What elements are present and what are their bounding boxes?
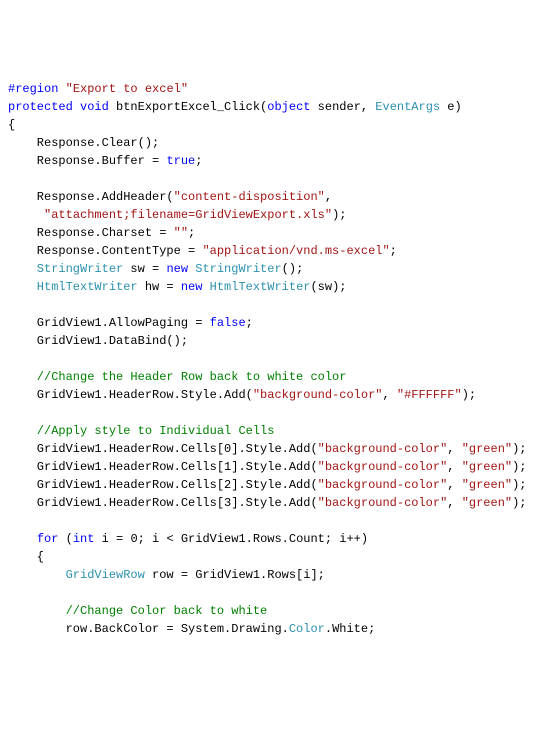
string-literal: "background-color" [253,388,383,402]
param-sender: sender, [310,100,375,114]
string-literal: "attachment;filename=GridViewExport.xls" [44,208,332,222]
close-paren: ); [462,388,476,402]
region-name: "Export to excel" [58,82,188,96]
comment-line: //Change the Header Row back to white co… [8,370,346,384]
comma: , [447,478,461,492]
close-paren: ); [332,208,346,222]
keyword-int: int [73,532,95,546]
close-paren: ); [512,442,526,456]
code-line: GridView1.AllowPaging = [8,316,210,330]
semicolon: ; [390,244,397,258]
code-line: i = 0; i < GridView1.Rows.Count; i++) [94,532,368,546]
code-line: GridView1.HeaderRow.Style.Add( [8,388,253,402]
string-literal: "green" [462,442,512,456]
close-paren: ); [512,460,526,474]
comment-line: //Apply style to Individual Cells [8,424,274,438]
code-line: Response.Charset = [8,226,174,240]
close-paren: (sw); [310,280,346,294]
type-color: Color [289,622,325,636]
code-block: #region "Export to excel" protected void… [8,80,528,638]
type-stringwriter: StringWriter [188,262,282,276]
type-gridviewrow: GridViewRow [66,568,145,582]
comma: , [325,190,332,204]
string-literal: "#FFFFFF" [397,388,462,402]
code-line: .White; [325,622,375,636]
keyword-false: false [210,316,246,330]
method-name: btnExportExcel_Click( [109,100,267,114]
code-line: GridView1.HeaderRow.Cells[1].Style.Add( [8,460,318,474]
keyword-new: new [181,280,203,294]
keyword-void: void [73,100,109,114]
code-line [8,208,44,222]
type-eventargs: EventArgs [375,100,440,114]
code-line: ( [58,532,72,546]
keyword-for: for [37,532,59,546]
code-line: Response.Clear(); [8,136,159,150]
code-line: sw = [123,262,166,276]
close-paren: ); [512,496,526,510]
code-line: GridView1.HeaderRow.Cells[3].Style.Add( [8,496,318,510]
close-paren: (); [282,262,304,276]
semicolon: ; [195,154,202,168]
keyword-true: true [166,154,195,168]
code-line: hw = [138,280,181,294]
code-line: Response.Buffer = [8,154,166,168]
code-line [8,568,66,582]
code-line: GridView1.DataBind(); [8,334,188,348]
code-line: row.BackColor = System.Drawing. [8,622,289,636]
close-paren: ); [512,478,526,492]
string-literal: "background-color" [318,496,448,510]
keyword-object: object [267,100,310,114]
region-keyword: #region [8,82,58,96]
type-stringwriter: StringWriter [8,262,123,276]
code-line: row = GridView1.Rows[i]; [145,568,325,582]
string-literal: "background-color" [318,442,448,456]
param-e: e) [440,100,462,114]
string-literal: "" [174,226,188,240]
comma: , [447,442,461,456]
comma: , [382,388,396,402]
brace-open: { [8,550,44,564]
code-line: Response.ContentType = [8,244,202,258]
comma: , [447,460,461,474]
semicolon: ; [188,226,195,240]
string-literal: "application/vnd.ms-excel" [202,244,389,258]
string-literal: "green" [462,460,512,474]
brace-open: { [8,118,15,132]
string-literal: "background-color" [318,460,448,474]
string-literal: "background-color" [318,478,448,492]
string-literal: "content-disposition" [174,190,325,204]
string-literal: "green" [462,496,512,510]
keyword-protected: protected [8,100,73,114]
code-line: GridView1.HeaderRow.Cells[0].Style.Add( [8,442,318,456]
type-htmltextwriter: HtmlTextWriter [202,280,310,294]
code-line [8,532,37,546]
code-line: GridView1.HeaderRow.Cells[2].Style.Add( [8,478,318,492]
type-htmltextwriter: HtmlTextWriter [8,280,138,294]
comma: , [447,496,461,510]
comment-line: //Change Color back to white [8,604,267,618]
string-literal: "green" [462,478,512,492]
code-line: Response.AddHeader( [8,190,174,204]
semicolon: ; [246,316,253,330]
keyword-new: new [166,262,188,276]
